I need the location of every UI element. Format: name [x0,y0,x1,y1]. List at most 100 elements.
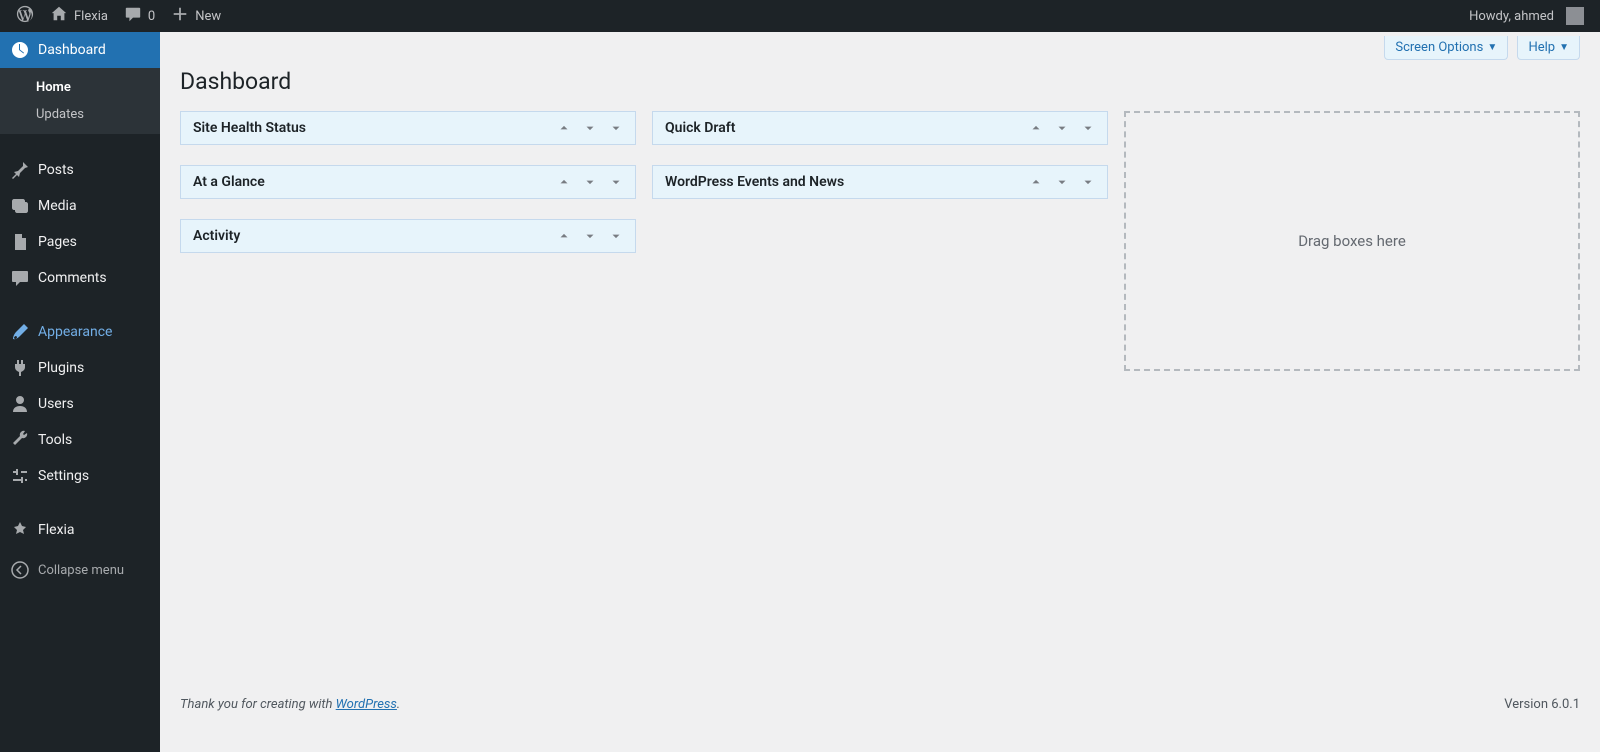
drop-zone[interactable]: Drag boxes here [1124,111,1580,371]
submenu-item-updates[interactable]: Updates [0,101,160,128]
comment-icon [124,5,142,27]
admin-footer: Thank you for creating with WordPress. V… [180,677,1580,712]
postbox-title: Activity [193,228,240,244]
screen-options-button[interactable]: Screen Options ▼ [1384,36,1508,60]
footer-prefix: Thank you for creating with [180,697,336,712]
wp-logo-menu[interactable] [8,0,42,32]
sidebar-item-label: Users [38,396,74,412]
toggle-dropdown-icon[interactable] [1081,175,1095,189]
drop-zone-label: Drag boxes here [1298,232,1406,250]
sidebar-item-label: Posts [38,162,74,178]
collapse-menu-button[interactable]: Collapse menu [0,552,160,588]
sidebar-item-flexia[interactable]: Flexia [0,512,160,548]
version-label: Version 6.0.1 [1504,697,1580,712]
sidebar-item-settings[interactable]: Settings [0,458,160,494]
wrench-icon [10,430,30,450]
sidebar-item-label: Flexia [38,522,75,538]
move-down-icon[interactable] [1055,175,1069,189]
toggle-dropdown-icon[interactable] [609,175,623,189]
toggle-dropdown-icon[interactable] [609,121,623,135]
footer-wordpress-link[interactable]: WordPress [336,697,397,712]
sidebar-item-label: Pages [38,234,77,250]
footer-credits: Thank you for creating with WordPress. [180,697,400,712]
postbox-actions [1029,121,1095,135]
media-icon [10,196,30,216]
pushpin-icon [10,160,30,180]
new-label: New [195,9,221,24]
sidebar-item-dashboard[interactable]: Dashboard [0,32,160,68]
postbox-title: Quick Draft [665,120,735,136]
move-up-icon[interactable] [557,175,571,189]
sidebar-item-plugins[interactable]: Plugins [0,350,160,386]
collapse-icon [10,560,30,580]
footer-suffix: . [397,697,400,712]
postbox-header[interactable]: Activity [181,220,635,252]
collapse-label: Collapse menu [38,563,124,578]
move-down-icon[interactable] [1055,121,1069,135]
main-wrap: Dashboard Home Updates Posts Media Pages… [0,32,1600,752]
dashboard-widgets: Site Health Status At a Glance [180,111,1580,677]
postbox-header[interactable]: WordPress Events and News [653,166,1107,198]
dashboard-submenu: Home Updates [0,68,160,134]
postbox-site-health: Site Health Status [180,111,636,145]
move-up-icon[interactable] [1029,175,1043,189]
howdy-label: Howdy, ahmed [1469,9,1554,24]
site-name-label: Flexia [74,9,108,24]
sidebar-item-label: Tools [38,432,72,448]
postbox-header[interactable]: Quick Draft [653,112,1107,144]
wordpress-logo-icon [16,5,34,27]
sidebar-item-media[interactable]: Media [0,188,160,224]
comments-link[interactable]: 0 [116,0,163,32]
sidebar-item-comments[interactable]: Comments [0,260,160,296]
postbox-header[interactable]: Site Health Status [181,112,635,144]
screen-meta-links: Screen Options ▼ Help ▼ [180,32,1580,60]
new-content-link[interactable]: New [163,0,229,32]
sidebar-item-label: Media [38,198,77,214]
postbox-events-news: WordPress Events and News [652,165,1108,199]
postbox-actions [557,229,623,243]
move-up-icon[interactable] [1029,121,1043,135]
sidebar-item-appearance[interactable]: Appearance [0,314,160,350]
toggle-dropdown-icon[interactable] [609,229,623,243]
help-label: Help [1528,40,1555,55]
submenu-item-home[interactable]: Home [0,74,160,101]
postbox-quick-draft: Quick Draft [652,111,1108,145]
postbox-actions [557,175,623,189]
postbox-title: At a Glance [193,174,265,190]
site-name-link[interactable]: Flexia [42,0,116,32]
sidebar-item-label: Appearance [38,324,112,340]
chevron-down-icon: ▼ [1487,42,1497,53]
page-title: Dashboard [180,68,1580,95]
sidebar-item-pages[interactable]: Pages [0,224,160,260]
sidebar-item-label: Comments [38,270,107,286]
sidebar-item-tools[interactable]: Tools [0,422,160,458]
menu-separator [0,494,160,512]
menu-separator [0,134,160,152]
help-button[interactable]: Help ▼ [1517,36,1580,60]
sidebar-item-posts[interactable]: Posts [0,152,160,188]
postbox-header[interactable]: At a Glance [181,166,635,198]
content-area: Screen Options ▼ Help ▼ Dashboard Site H… [160,32,1600,752]
move-up-icon[interactable] [557,229,571,243]
move-up-icon[interactable] [557,121,571,135]
plus-icon [171,5,189,27]
plugin-icon [10,358,30,378]
sidebar-item-users[interactable]: Users [0,386,160,422]
comments-icon [10,268,30,288]
admin-bar-right: Howdy, ahmed [1461,0,1592,32]
sidebar-item-label: Settings [38,468,89,484]
sidebar-item-label: Plugins [38,360,84,376]
move-down-icon[interactable] [583,175,597,189]
toggle-dropdown-icon[interactable] [1081,121,1095,135]
dashboard-column-3: Drag boxes here [1124,111,1580,371]
home-icon [50,5,68,27]
my-account-link[interactable]: Howdy, ahmed [1461,0,1592,32]
user-icon [10,394,30,414]
postbox-activity: Activity [180,219,636,253]
admin-bar-left: Flexia 0 New [8,0,229,32]
move-down-icon[interactable] [583,229,597,243]
move-down-icon[interactable] [583,121,597,135]
postbox-title: Site Health Status [193,120,306,136]
postbox-at-a-glance: At a Glance [180,165,636,199]
dashboard-icon [10,40,30,60]
